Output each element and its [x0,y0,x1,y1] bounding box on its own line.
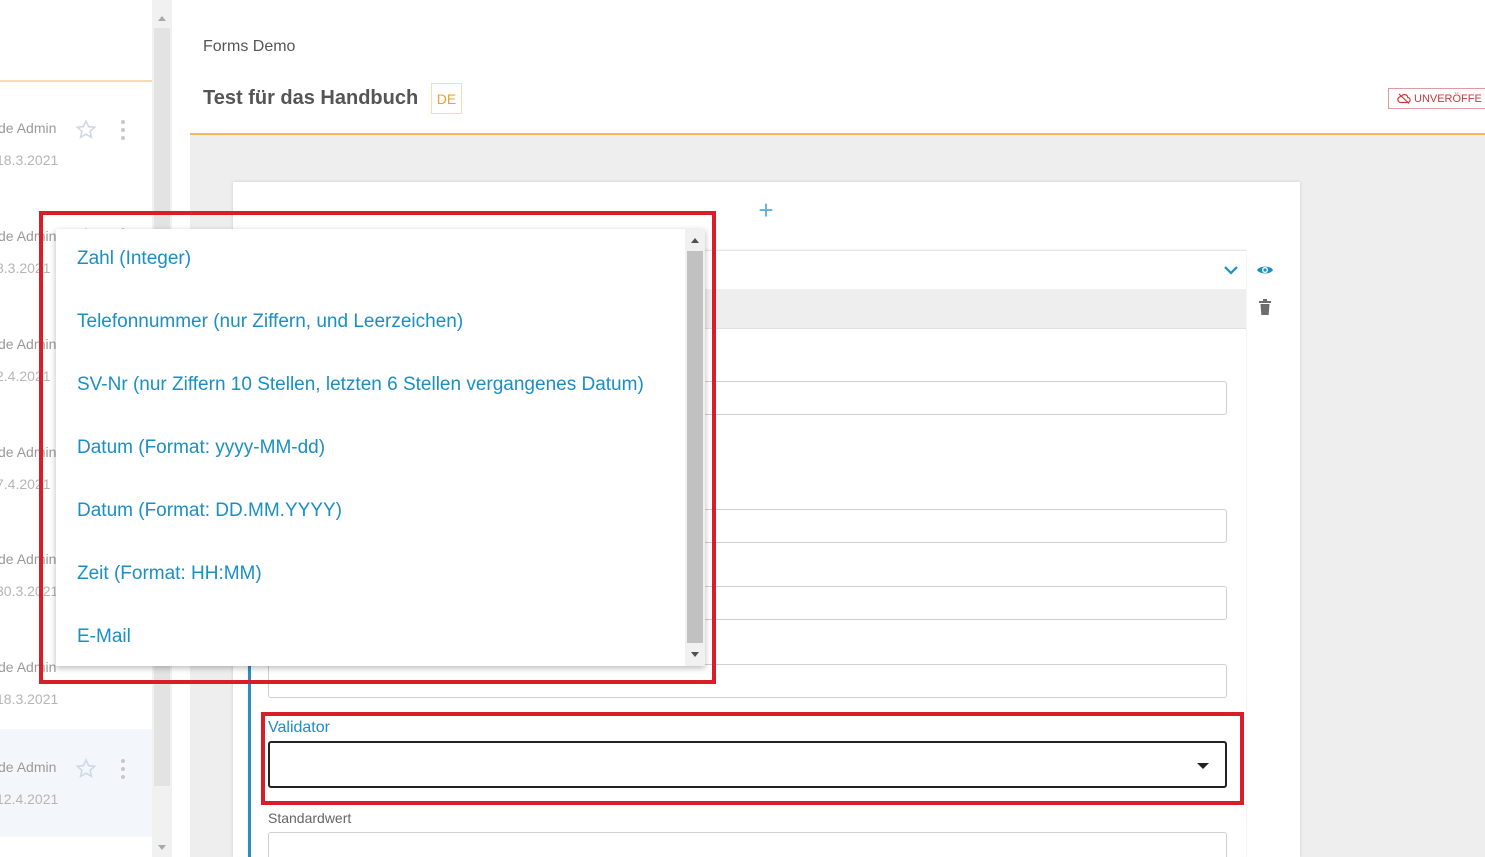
dropdown-option[interactable]: Telefonnummer (nur Ziffern, und Leerzeic… [77,311,463,333]
text-input[interactable] [268,664,1227,698]
validator-select[interactable] [268,741,1227,788]
page-title: Test für das Handbuch [203,87,419,109]
dropdown-option[interactable]: Datum (Format: yyyy-MM-dd) [77,437,325,459]
validator-options-list: Zahl (Integer) Telefonnummer (nur Ziffer… [56,229,705,666]
scroll-down-arrow-icon[interactable] [158,845,166,850]
more-options-icon[interactable] [119,759,127,781]
dropdown-option[interactable]: Zeit (Format: HH:MM) [77,563,262,585]
default-value-label: Standardwert [268,810,352,826]
list-item-date: 18.3.2021 [0,691,59,707]
list-item-author: de Admin [0,336,57,352]
breadcrumb[interactable]: Forms Demo [203,38,295,56]
caret-down-icon [1197,763,1209,769]
more-options-icon[interactable] [119,120,127,142]
list-item-author: de Admin [0,444,57,460]
scroll-up-arrow-icon[interactable] [158,16,166,21]
list-item-selected[interactable]: de Admin 12.4.2021 [0,729,152,837]
validator-label: Validator [268,719,330,736]
list-item-date: 8.3.2021 [0,260,51,276]
star-icon[interactable] [74,757,98,781]
app-root: de Admin 18.3.2021 de Admin 8.3.2021 de … [0,0,1485,857]
scroll-up-arrow-icon[interactable] [691,238,699,243]
chevron-down-icon[interactable] [1222,262,1240,278]
add-field-button[interactable]: + [755,197,777,223]
dropdown-scrollbar[interactable] [685,229,705,666]
default-value-input[interactable] [268,832,1227,857]
list-item-date: 7.4.2021 [0,476,51,492]
list-item-date: 2.4.2021 [0,368,51,384]
dropdown-option[interactable]: Datum (Format: DD.MM.YYYY) [77,500,342,522]
list-item-author: de Admin [0,120,57,136]
scrollbar-thumb[interactable] [687,251,703,643]
dropdown-option[interactable]: E-Mail [77,626,131,648]
trash-icon[interactable] [1258,298,1272,316]
list-header-divider [0,80,152,82]
list-item-date: 30.3.2021 [0,583,59,599]
list-item-date: 18.3.2021 [0,152,59,168]
cloud-off-icon [1397,93,1411,104]
status-badge[interactable]: UNVERÖFFE [1388,88,1485,109]
list-item-author: de Admin [0,228,57,244]
dropdown-option[interactable]: Zahl (Integer) [77,248,191,270]
language-badge[interactable]: DE [431,83,462,114]
list-item-author: de Admin [0,759,57,775]
status-badge-label: UNVERÖFFE [1414,92,1482,105]
list-item-author: de Admin [0,659,57,675]
list-item-date: 12.4.2021 [0,791,59,807]
star-icon[interactable] [74,118,98,142]
list-item-author: de Admin [0,551,57,567]
list-item[interactable]: de Admin 18.3.2021 [0,90,152,198]
dropdown-option[interactable]: SV-Nr (nur Ziffern 10 Stellen, letzten 6… [77,374,644,396]
eye-icon[interactable] [1256,262,1274,278]
scroll-down-arrow-icon[interactable] [691,652,699,657]
